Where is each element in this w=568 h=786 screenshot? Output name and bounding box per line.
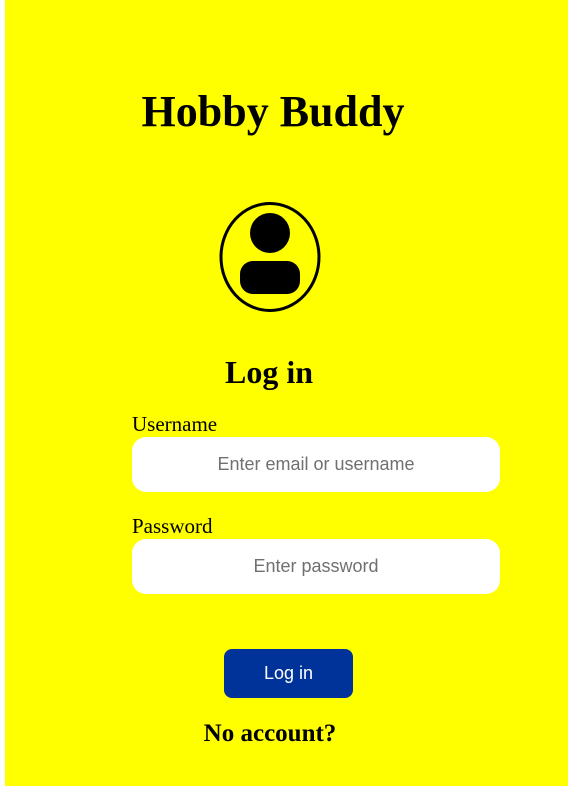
password-input[interactable]	[132, 539, 500, 594]
login-button[interactable]: Log in	[224, 649, 353, 698]
username-label: Username	[132, 412, 218, 436]
app-background: Hobby Buddy Log in Username Password Log…	[5, 0, 568, 786]
login-heading: Log in	[224, 354, 314, 390]
no-account-link[interactable]: No account?	[165, 718, 375, 750]
app-title: Hobby Buddy	[141, 87, 405, 136]
username-input[interactable]	[132, 437, 500, 492]
user-icon	[219, 202, 321, 312]
password-label: Password	[132, 514, 213, 538]
